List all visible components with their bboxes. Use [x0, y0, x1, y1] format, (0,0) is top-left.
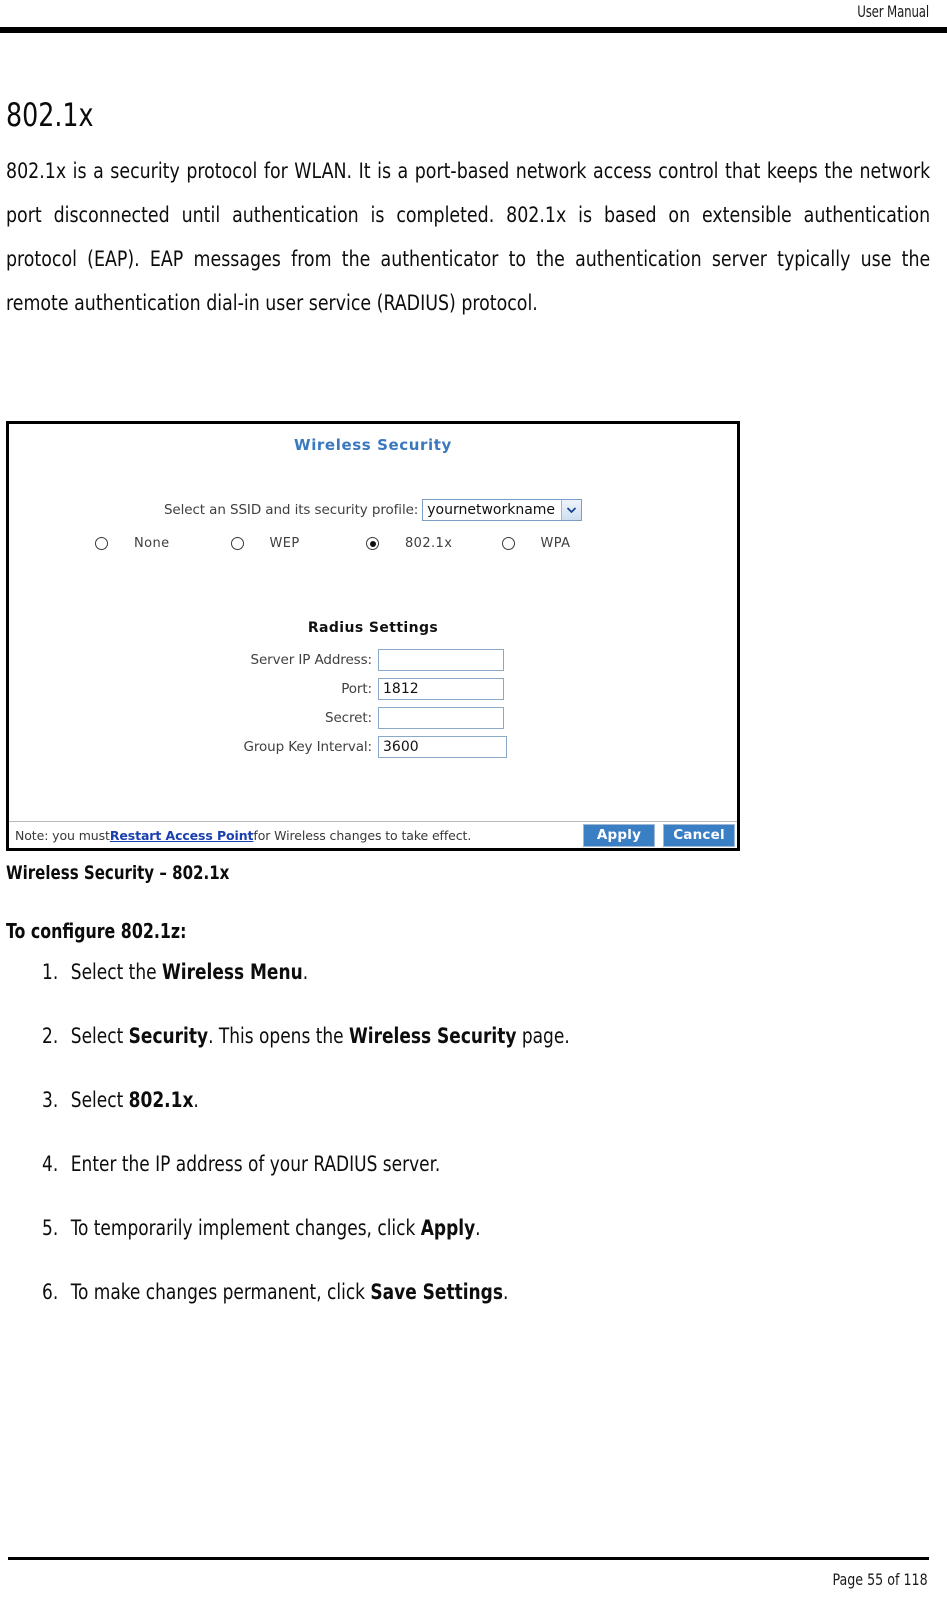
radio-label-none: None [134, 536, 170, 551]
ssid-selected-value: yournetworkname [427, 502, 556, 518]
step-text: Enter the IP address of your RADIUS serv… [70, 1152, 441, 1176]
step-emphasis: Security [128, 1024, 209, 1048]
figure-caption: Wireless Security – 802.1x [6, 862, 230, 884]
procedure-steps: 1. Select the Wireless Menu. 2. Select Secu… [6, 958, 906, 1342]
radio-icon-wpa[interactable] [501, 537, 515, 550]
wireless-security-screenshot: Wireless Security Select an SSID and its… [6, 421, 740, 851]
procedure-step: 5. To temporarily implement changes, clic… [6, 1214, 816, 1242]
radio-label-8021x: 802.1x [405, 536, 453, 551]
field-row-secret: Secret: [9, 703, 737, 732]
step-emphasis: Wireless Security [349, 1024, 517, 1048]
step-text: . [193, 1088, 199, 1112]
procedure-step: 1. Select the Wireless Menu. [6, 958, 816, 986]
procedure-step: 3. Select 802.1x. [6, 1086, 816, 1114]
chevron-down-icon[interactable] [561, 500, 582, 520]
cancel-button[interactable]: Cancel [663, 823, 735, 847]
label-secret: Secret: [325, 709, 372, 726]
section-content: 802.1x 802.1x is a security protocol for… [6, 96, 931, 326]
step-text: page. [516, 1024, 570, 1048]
page-footer: Page 55 of 118 [0, 1557, 947, 1601]
field-row-server-ip: Server IP Address: [9, 645, 737, 674]
radio-label-wep: WEP [269, 536, 300, 551]
step-emphasis: Wireless Menu [161, 960, 303, 984]
step-text: . This opens the [208, 1024, 350, 1048]
step-number: 1. [42, 960, 59, 984]
step-text: . [502, 1280, 509, 1304]
note-suffix: for Wireless changes to take effect. [253, 827, 472, 843]
procedure-title: To configure 802.1z: [6, 919, 187, 943]
input-port[interactable]: 1812 [378, 677, 504, 700]
radio-option-wep[interactable]: WEP [230, 536, 367, 551]
label-group-key-interval: Group Key Interval: [243, 738, 372, 755]
radio-icon-none[interactable] [95, 537, 108, 550]
label-port: Port: [341, 680, 372, 697]
ssid-selector-row: Select an SSID and its security profile:… [9, 499, 737, 521]
step-emphasis: Save Settings [370, 1280, 503, 1304]
radio-option-8021x[interactable]: 802.1x [366, 536, 502, 551]
apply-button[interactable]: Apply [583, 823, 655, 847]
ui-panel-title: Wireless Security [294, 436, 452, 454]
radio-icon-8021x[interactable] [366, 537, 379, 550]
label-server-ip: Server IP Address: [250, 651, 373, 668]
ssid-select[interactable]: yournetworkname [422, 499, 583, 521]
procedure-step: 4. Enter the IP address of your RADIUS se… [6, 1150, 816, 1178]
step-text: Select [70, 1024, 129, 1048]
header-title: User Manual [857, 2, 929, 21]
radius-settings-fields: Server IP Address: Port: 1812 Secret: Gr… [9, 645, 737, 761]
security-mode-radio-group: None WEP 802.1x WPA [9, 536, 737, 551]
input-group-key-interval[interactable]: 3600 [378, 735, 507, 758]
step-text: Select the [70, 960, 162, 984]
radio-option-wpa[interactable]: WPA [501, 536, 638, 551]
manual-page: User Manual 802.1x 802.1x is a security … [0, 0, 947, 1601]
step-emphasis: 802.1x [128, 1088, 194, 1112]
procedure-step: 2. Select Security. This opens the Wirele… [6, 1022, 816, 1050]
input-secret[interactable] [378, 706, 504, 729]
step-text: To temporarily implement changes, click [70, 1216, 421, 1240]
radius-settings-title: Radius Settings [307, 620, 439, 636]
step-text: Select [70, 1088, 129, 1112]
radio-label-wpa: WPA [540, 536, 571, 551]
page-header: User Manual [0, 0, 947, 33]
section-paragraph: 802.1x is a security protocol for WLAN. … [6, 159, 931, 316]
step-number: 2. [42, 1024, 59, 1048]
step-text: To make changes permanent, click [70, 1280, 371, 1304]
header-rule [0, 27, 947, 33]
step-number: 4. [42, 1152, 59, 1176]
ssid-label: Select an SSID and its security profile: [163, 502, 419, 518]
input-server-ip[interactable] [378, 648, 504, 671]
field-row-port: Port: 1812 [9, 674, 737, 703]
procedure-step: 6. To make changes permanent, click Save … [6, 1278, 816, 1306]
step-number: 6. [42, 1280, 59, 1304]
radio-icon-wep[interactable] [230, 537, 244, 550]
step-number: 3. [42, 1088, 59, 1112]
step-text: . [475, 1216, 481, 1240]
page-number: Page 55 of 118 [832, 1570, 928, 1589]
radio-option-none[interactable]: None [95, 536, 231, 551]
note-bar: Note: you must Restart Access Point for … [9, 821, 737, 848]
step-text: . [302, 960, 309, 984]
step-emphasis: Apply [420, 1216, 476, 1240]
page-title: 802.1x [6, 96, 94, 134]
note-prefix: Note: you must [15, 827, 110, 843]
field-row-group-key-interval: Group Key Interval: 3600 [9, 732, 737, 761]
step-number: 5. [42, 1216, 59, 1240]
restart-access-point-link[interactable]: Restart Access Point [110, 828, 254, 843]
